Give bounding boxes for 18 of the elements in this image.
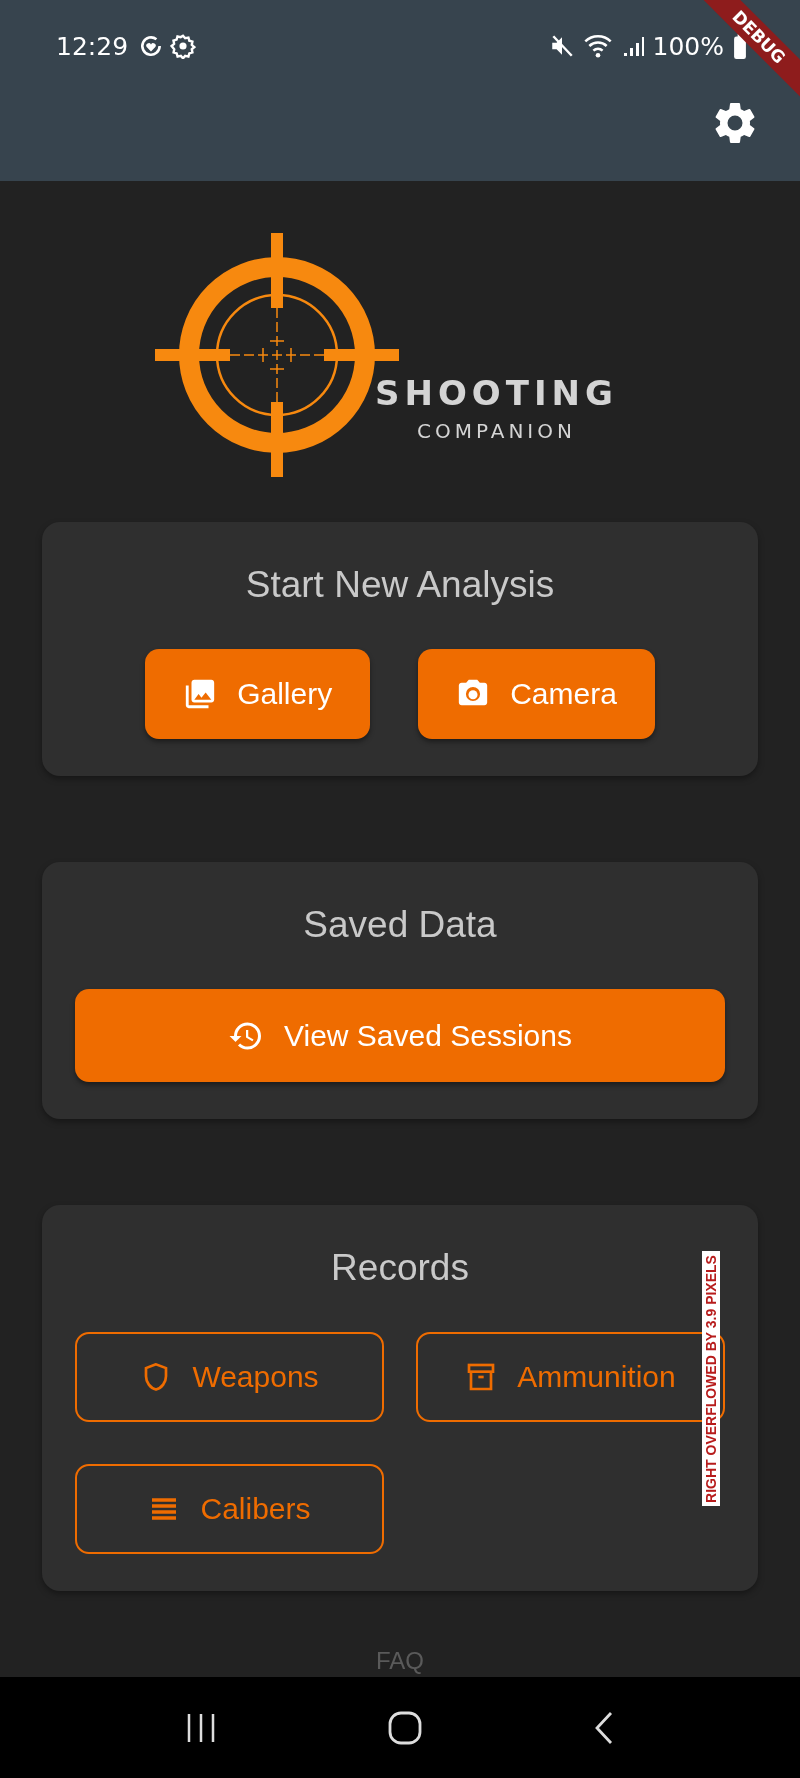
- wifi-icon: [582, 33, 613, 59]
- logo-subtitle: COMPANION: [417, 419, 576, 443]
- battery-percentage: 100%: [652, 31, 724, 61]
- settings-icon: [170, 33, 197, 59]
- record-button[interactable]: Weapons: [75, 1332, 384, 1422]
- logo-title: SHOOTING: [375, 373, 618, 413]
- section-title: Records: [331, 1247, 469, 1289]
- record-button[interactable]: Calibers: [75, 1464, 384, 1554]
- faq-link[interactable]: FAQ: [376, 1647, 424, 1675]
- section-title: Start New Analysis: [245, 564, 555, 606]
- battery-icon: [732, 33, 748, 59]
- action-button[interactable]: View Saved Sessions: [75, 989, 725, 1082]
- clock-time: 12:29: [56, 31, 129, 61]
- section-title: Saved Data: [303, 904, 497, 946]
- overflow-warning: RIGHT OVERFLOWED BY 3.9 PIXELS: [702, 1251, 720, 1506]
- home-icon[interactable]: [388, 1710, 422, 1745]
- action-button[interactable]: Camera: [418, 649, 655, 739]
- action-button[interactable]: Gallery: [145, 649, 371, 739]
